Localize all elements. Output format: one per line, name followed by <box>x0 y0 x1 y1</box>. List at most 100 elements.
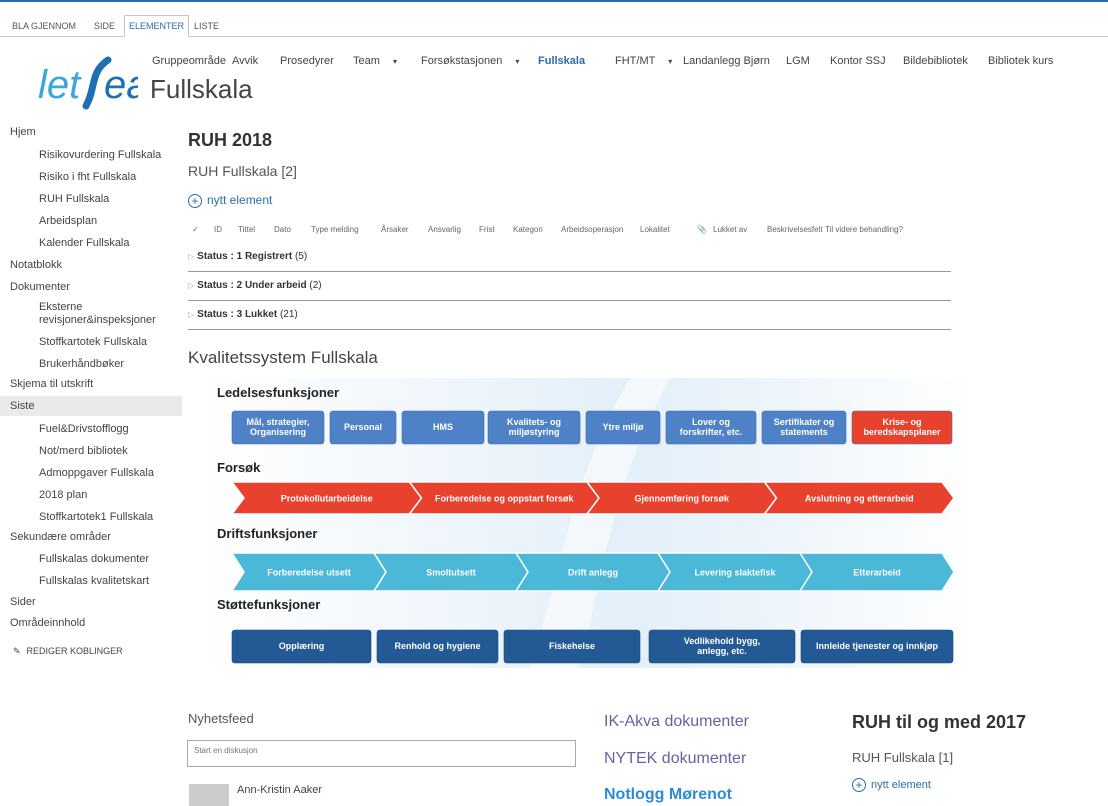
ribbon-tab-list[interactable]: LISTE <box>190 16 223 36</box>
topnav-gruppeomrade[interactable]: Gruppeområde <box>152 55 226 67</box>
link-ik-akva[interactable]: IK-Akva dokumenter <box>604 713 749 731</box>
start-discussion-input[interactable]: Start en diskusjon <box>187 740 576 767</box>
leftnav-notatblokk[interactable]: Notatblokk <box>10 259 62 271</box>
col-arsaker[interactable]: Årsaker <box>381 225 409 234</box>
leftnav-ruh-fullskala[interactable]: RUH Fullskala <box>39 193 109 205</box>
leftnav-not-merd[interactable]: Not/merd bibliotek <box>39 445 128 457</box>
logo-text-b: ea <box>104 63 138 107</box>
col-beskrivelsesfelt[interactable]: Beskrivelsesfelt <box>767 225 823 234</box>
col-type-melding[interactable]: Type melding <box>311 225 359 234</box>
col-ansvarlig[interactable]: Ansvarlig <box>428 225 461 234</box>
diagram-section-stotte: Støttefunksjoner <box>217 597 320 612</box>
col-kategori[interactable]: Kategori <box>513 225 543 234</box>
topnav-landanlegg-bjorn[interactable]: Landanlegg Bjørn <box>683 55 770 67</box>
diagram-svg: Ledelsesfunksjoner Forsøk Driftsfunksjoner… <box>217 378 955 668</box>
col-lukket-av[interactable]: Lukket av <box>713 225 747 234</box>
col-arbeidsoperasjon[interactable]: Arbeidsoperasjon <box>561 225 623 234</box>
quality-system-heading: Kvalitetssystem Fullskala <box>188 348 378 367</box>
leftnav-omradeinnhold[interactable]: Områdeinnhold <box>10 617 85 629</box>
col-id[interactable]: ID <box>214 225 222 234</box>
col-til-videre[interactable]: Til videre behandling? <box>825 225 903 234</box>
diagram-section-ledelse: Ledelsesfunksjoner <box>217 385 339 400</box>
col-lokalitet[interactable]: Lokalitet <box>640 225 670 234</box>
leftnav-revisjoner[interactable]: revisjoner&inspeksjoner <box>39 314 156 326</box>
operation-process-arrow-label: Levering slaktefisk <box>694 568 776 578</box>
ribbon-tabs: BLA GJENNOM SIDE ELEMENTER LISTE <box>0 15 1108 37</box>
operation-process-arrow-label: Forberedelse utsett <box>267 568 351 578</box>
ruh-2017-new-item-button[interactable]: + nytt element <box>852 778 931 792</box>
expand-triangle-icon: ▷ <box>188 310 195 319</box>
leadership-box-label: HMS <box>433 422 453 432</box>
expand-triangle-icon: ▷ <box>188 252 195 261</box>
list-title[interactable]: RUH Fullskala [2] <box>188 163 297 179</box>
leftnav-risiko-fht[interactable]: Risiko i fht Fullskala <box>39 171 136 183</box>
topnav-fullskala[interactable]: Fullskala <box>538 55 585 67</box>
leadership-box-label: Mål, strategier, Organisering <box>246 417 309 437</box>
leftnav-hjem[interactable]: Hjem <box>10 126 36 138</box>
leftnav-fullskalas-kvalitetskart[interactable]: Fullskalas kvalitetskart <box>39 575 149 587</box>
topnav-prosedyrer[interactable]: Prosedyrer <box>280 55 334 67</box>
leftnav-risikovurdering[interactable]: Risikovurdering Fullskala <box>39 149 161 161</box>
ribbon-tab-browse[interactable]: BLA GJENNOM <box>8 16 80 36</box>
diagram-section-forsok: Forsøk <box>217 460 261 475</box>
trial-process-arrow-label: Protokollutarbeidelse <box>281 494 373 504</box>
leadership-box-label: Ytre miljø <box>602 422 644 432</box>
link-notlogg[interactable]: Notlogg Mørenot <box>604 786 732 804</box>
group-registrert[interactable]: ▷ Status : 1 Registrert (5) <box>188 251 951 272</box>
topnav-fht-mt[interactable]: FHT/MT ▾ <box>615 55 672 67</box>
support-box-label: Innleide tjenester og innkjøp <box>816 641 939 651</box>
edit-links[interactable]: ✎ REDIGER KOBLINGER <box>13 646 123 657</box>
site-logo[interactable]: let ea <box>38 52 149 110</box>
ruh-2017-list-title[interactable]: RUH Fullskala [1] <box>852 750 953 765</box>
topnav-lgm[interactable]: LGM <box>786 55 810 67</box>
leftnav-admoppgaver[interactable]: Admoppgaver Fullskala <box>39 467 154 479</box>
support-box-label: Fiskehelse <box>549 641 595 651</box>
leftnav-brukerhandboker[interactable]: Brukerhåndbøker <box>39 358 124 370</box>
top-accent-line <box>0 0 1108 2</box>
leadership-box-label: Personal <box>344 422 382 432</box>
leftnav-skjema[interactable]: Skjema til utskrift <box>10 378 93 390</box>
topnav-bibliotek-kurs[interactable]: Bibliotek kurs <box>988 55 1053 67</box>
topnav-bildebibliotek[interactable]: Bildebibliotek <box>903 55 968 67</box>
attachment-icon[interactable]: 📎 <box>697 225 707 234</box>
leftnav-siste[interactable]: Siste <box>0 396 182 416</box>
group-lukket[interactable]: ▷ Status : 3 Lukket (21) <box>188 309 951 330</box>
leftnav-arbeidsplan[interactable]: Arbeidsplan <box>39 215 97 227</box>
plus-circle-icon: + <box>852 778 866 792</box>
leftnav-dokumenter[interactable]: Dokumenter <box>10 281 70 293</box>
ribbon-tab-page[interactable]: SIDE <box>90 16 119 36</box>
topnav-kontor-ssj[interactable]: Kontor SSJ <box>830 55 886 67</box>
leftnav-fuel[interactable]: Fuel&Drivstofflogg <box>39 423 129 435</box>
expand-triangle-icon: ▷ <box>188 281 195 290</box>
trial-process-arrow-label: Avslutning og etterarbeid <box>805 494 914 504</box>
ribbon-tab-items[interactable]: ELEMENTER <box>124 15 190 37</box>
leftnav-sekundaere[interactable]: Sekundære områder <box>10 531 111 543</box>
dropdown-icon: ▾ <box>515 57 520 66</box>
select-all-check-icon[interactable]: ✓ <box>192 225 199 234</box>
leftnav-stoffkartotek[interactable]: Stoffkartotek Fullskala <box>39 336 147 348</box>
operation-process-arrow-label: Smoltutsett <box>426 568 476 578</box>
leadership-box-label: Kvalitets- og miljøstyring <box>507 417 561 437</box>
leadership-box-label: Sertifikater og statements <box>774 417 835 437</box>
quality-system-diagram[interactable]: Ledelsesfunksjoner Forsøk Driftsfunksjoner… <box>200 378 976 668</box>
group-under-arbeid[interactable]: ▷ Status : 2 Under arbeid (2) <box>188 280 951 301</box>
leftnav-fullskalas-dokumenter[interactable]: Fullskalas dokumenter <box>39 553 149 565</box>
topnav-team[interactable]: Team ▾ <box>353 55 397 67</box>
col-frist[interactable]: Frist <box>479 225 495 234</box>
dropdown-icon: ▾ <box>392 57 397 66</box>
feed-author[interactable]: Ann-Kristin Aaker <box>237 784 322 796</box>
pencil-icon: ✎ <box>13 646 21 656</box>
leftnav-stoffkartotek1[interactable]: Stoffkartotek1 Fullskala <box>39 511 153 523</box>
topnav-avvik[interactable]: Avvik <box>232 55 258 67</box>
new-item-button[interactable]: + nytt element <box>188 193 272 208</box>
link-nytek[interactable]: NYTEK dokumenter <box>604 750 746 768</box>
col-tittel[interactable]: Tittel <box>238 225 255 234</box>
operation-process-arrow-label: Drift anlegg <box>568 568 618 578</box>
leftnav-kalender[interactable]: Kalender Fullskala <box>39 237 130 249</box>
topnav-forsokstasjonen[interactable]: Forsøkstasjonen ▾ <box>421 55 519 67</box>
leftnav-sider[interactable]: Sider <box>10 596 36 608</box>
leftnav-2018-plan[interactable]: 2018 plan <box>39 489 87 501</box>
col-dato[interactable]: Dato <box>274 225 291 234</box>
leftnav-eksterne[interactable]: Eksterne <box>39 301 82 313</box>
avatar[interactable] <box>189 784 229 806</box>
